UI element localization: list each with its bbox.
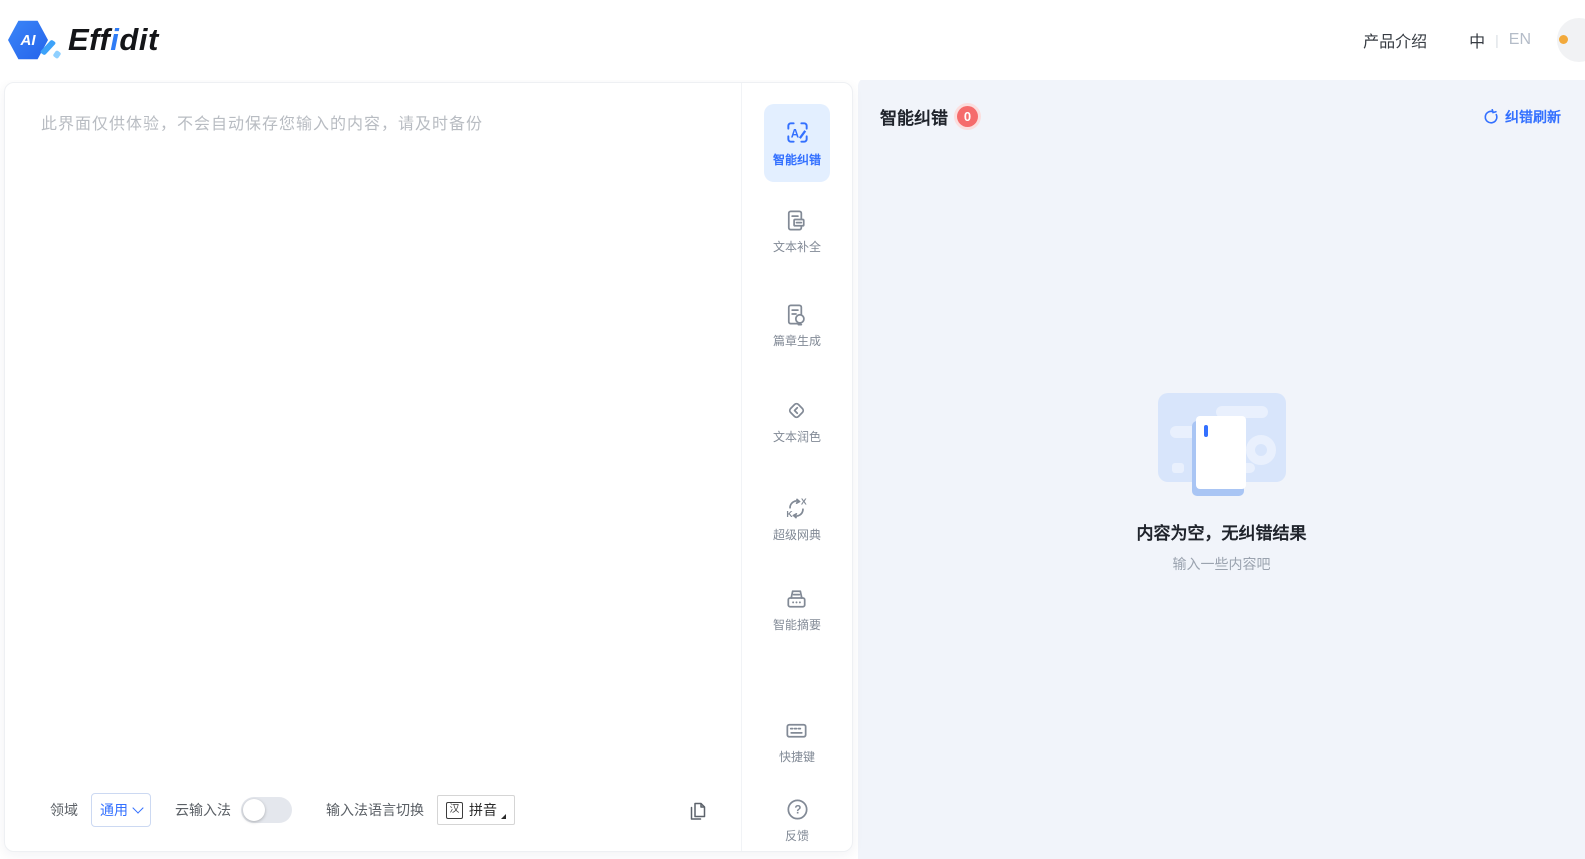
results-header: 智能纠错 0 纠错刷新 (858, 78, 1585, 129)
question-feedback-icon: ? (784, 796, 811, 823)
document-sheet (1196, 416, 1246, 489)
keyboard-icon (783, 717, 810, 744)
svg-text:?: ? (794, 805, 801, 817)
toolbar-item-label: 超级网典 (773, 526, 821, 543)
illustration-circle (1246, 435, 1276, 465)
lang-switch-zh[interactable]: 中 (1469, 28, 1485, 52)
empty-title: 内容为空，无纠错结果 (858, 519, 1585, 544)
brand-suffix: dit (119, 22, 158, 57)
nav-product-intro[interactable]: 产品介绍 (1363, 28, 1427, 52)
toolbar-item-smart-correct[interactable]: A 智能纠错 (764, 104, 830, 182)
empty-subtitle: 输入一些内容吧 (858, 554, 1585, 574)
smart-summary-icon (783, 585, 810, 612)
toolbar-item-article-generation[interactable]: 篇章生成 (773, 301, 821, 349)
editor-placeholder: 此界面仅供体验，不会自动保存您输入的内容，请及时备份 (41, 110, 701, 134)
scan-correct-icon: A (784, 119, 811, 146)
toolbar-item-text-polish[interactable]: 文本润色 (773, 397, 821, 445)
document-cursor-mark (1204, 425, 1208, 437)
han-character-icon: 汉 (446, 802, 463, 819)
toolbar-item-smart-summary[interactable]: 智能摘要 (773, 585, 821, 633)
lang-divider: | (1495, 32, 1499, 48)
refresh-errors-button[interactable]: 纠错刷新 (1483, 107, 1561, 127)
super-dictionary-icon: X K (783, 495, 810, 522)
empty-document-illustration (1158, 393, 1286, 495)
domain-label: 领域 (50, 800, 78, 820)
avatar-dot-icon (1559, 35, 1568, 44)
toolbar-item-label: 智能摘要 (773, 616, 821, 633)
user-avatar[interactable] (1557, 18, 1585, 62)
logo-ai-hexagon-icon: AI (8, 17, 62, 63)
logo-pen-dot-icon (53, 50, 62, 59)
corner-triangle-icon (501, 814, 506, 819)
toggle-knob (243, 799, 265, 821)
results-panel: 智能纠错 0 纠错刷新 内容为空，无纠错结果 输入一些内容吧 (858, 78, 1585, 859)
toolbar-item-label: 文本补全 (773, 238, 821, 255)
empty-state: 内容为空，无纠错结果 输入一些内容吧 (858, 393, 1585, 574)
editor-card: 此界面仅供体验，不会自动保存您输入的内容，请及时备份 领域 通用 云输入法 输入… (4, 82, 853, 852)
chevron-down-icon (132, 802, 143, 813)
logo-ai-text: AI (21, 32, 36, 49)
toolbar-item-feedback[interactable]: ? 反馈 (784, 796, 811, 844)
domain-value: 通用 (100, 800, 128, 820)
toolbar-item-hotkeys[interactable]: 快捷键 (779, 717, 815, 765)
editor-input[interactable]: 此界面仅供体验，不会自动保存您输入的内容，请及时备份 领域 通用 云输入法 输入… (5, 83, 741, 851)
toolbar-item-label: 快捷键 (779, 748, 815, 765)
page: { "header": { "logo": { "hex_label": "AI… (0, 0, 1585, 859)
article-generation-icon (783, 301, 810, 328)
toolbar-item-text-completion[interactable]: 文本补全 (773, 207, 821, 255)
toolbar-item-label: 反馈 (785, 827, 809, 844)
svg-text:K: K (787, 509, 794, 519)
ime-language-button[interactable]: 汉 拼音 (437, 795, 515, 825)
brand-wordmark: Effidit (68, 22, 159, 58)
toolbar-item-label: 智能纠错 (773, 151, 821, 168)
error-count-badge: 0 (957, 106, 978, 127)
cloud-ime-label: 云输入法 (175, 800, 231, 820)
app-logo[interactable]: AI Effidit (8, 17, 159, 63)
copy-icon[interactable] (685, 798, 709, 822)
refresh-icon (1483, 109, 1499, 125)
text-completion-icon (783, 207, 810, 234)
svg-text:X: X (801, 497, 807, 507)
toolbar-item-super-dictionary[interactable]: X K 超级网典 (773, 495, 821, 543)
feature-toolbar: A 智能纠错 文本补全 篇章生成 (741, 83, 852, 851)
lang-switch-en[interactable]: EN (1509, 31, 1531, 49)
refresh-label: 纠错刷新 (1505, 107, 1561, 127)
results-title: 智能纠错 (880, 104, 948, 129)
illustration-square (1172, 463, 1184, 473)
ime-button-text: 拼音 (469, 800, 497, 820)
ime-switch-label: 输入法语言切换 (326, 800, 424, 820)
header-nav: 产品介绍 中 | EN (1363, 18, 1585, 62)
toolbar-item-label: 篇章生成 (773, 332, 821, 349)
svg-text:A: A (790, 128, 799, 140)
cloud-ime-toggle[interactable] (241, 797, 292, 823)
editor-footer: 领域 通用 云输入法 输入法语言切换 汉 拼音 (5, 793, 741, 827)
brand-prefix: Eff (68, 22, 110, 57)
domain-dropdown[interactable]: 通用 (91, 793, 151, 827)
text-polish-icon (783, 397, 810, 424)
toolbar-item-label: 文本润色 (773, 428, 821, 445)
app-header: AI Effidit 产品介绍 中 | EN (0, 0, 1585, 80)
